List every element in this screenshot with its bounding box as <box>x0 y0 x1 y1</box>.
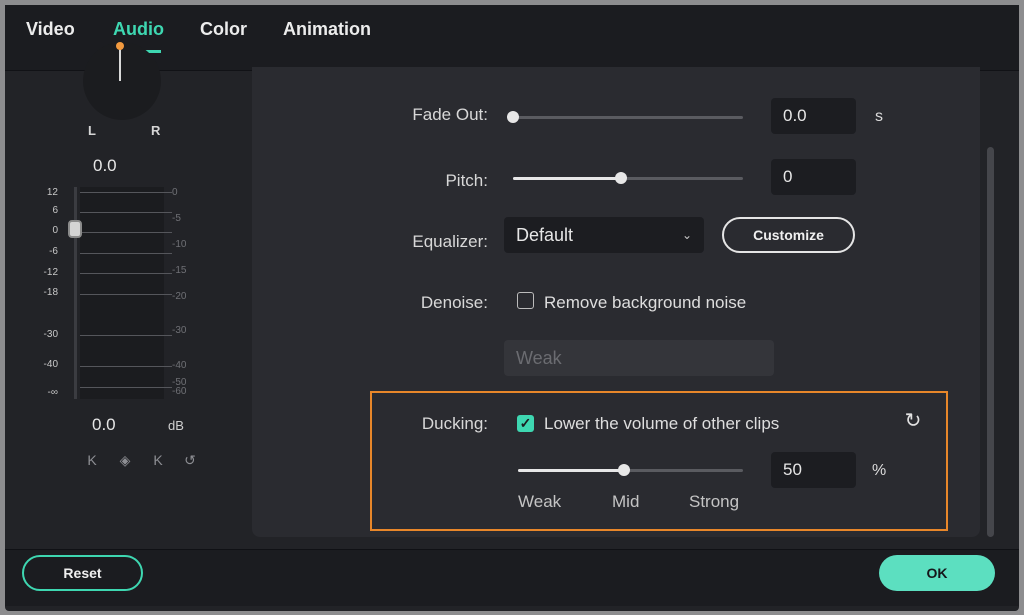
dialog-footer <box>5 549 1019 606</box>
reset-keyframe-icon[interactable]: ↺ <box>181 451 199 469</box>
denoise-level-select: Weak <box>504 340 774 376</box>
meter-grid-line <box>80 294 172 295</box>
fade-out-input[interactable]: 0.0 <box>771 98 856 134</box>
ducking-input[interactable]: 50 <box>771 452 856 488</box>
fade-out-slider-thumb[interactable] <box>507 111 519 123</box>
meter-tick-left: -18 <box>43 287 58 298</box>
scrollbar-thumb[interactable] <box>987 147 994 537</box>
ducking-slider[interactable] <box>518 464 743 476</box>
meter-grid-line <box>80 253 172 254</box>
pitch-label: Pitch: <box>445 171 488 190</box>
equalizer-select[interactable]: Default ⌄ <box>504 217 704 253</box>
fade-out-slider[interactable] <box>507 111 743 123</box>
remove-noise-checkbox[interactable] <box>517 292 534 309</box>
remove-noise-label[interactable]: Remove background noise <box>544 293 746 313</box>
meter-grid-line <box>80 273 172 274</box>
meter-grid-line <box>80 192 172 193</box>
pitch-slider[interactable] <box>513 172 743 184</box>
meter-tick-right: -20 <box>172 291 187 302</box>
volume-meter: 12 6 0 -6 -12 -18 -30 -40 -∞ 0 -5 -10 -1… <box>32 187 202 399</box>
meter-tick-right: 0 <box>172 187 178 198</box>
ducking-scale-mid: Mid <box>612 492 640 511</box>
meter-tick-right: -10 <box>172 239 187 250</box>
ducking-reset-icon[interactable]: ↻ <box>901 409 925 433</box>
reset-button[interactable]: Reset <box>22 555 143 591</box>
ducking-label: Ducking: <box>421 414 488 433</box>
customize-button[interactable]: Customize <box>722 217 855 253</box>
ducking-scale-weak: Weak <box>518 492 562 511</box>
meter-tick-right: -5 <box>172 213 181 224</box>
meter-tick-right: -30 <box>172 325 187 336</box>
ok-button[interactable]: OK <box>879 555 995 591</box>
pitch-slider-thumb[interactable] <box>615 172 628 184</box>
ducking-slider-thumb[interactable] <box>617 464 630 476</box>
meter-grid-line <box>80 366 172 367</box>
volume-fader-track[interactable] <box>74 187 77 399</box>
meter-grid-line <box>80 212 172 213</box>
lower-volume-label[interactable]: Lower the volume of other clips <box>544 414 779 434</box>
scrollbar[interactable] <box>984 67 996 537</box>
meter-background <box>80 187 164 399</box>
volume-unit: dB <box>168 418 184 433</box>
meter-tick-left: -6 <box>49 246 58 257</box>
pitch-slider-fill <box>513 177 622 180</box>
meter-tick-left: 12 <box>46 187 58 198</box>
pan-value: 0.0 <box>93 156 117 175</box>
ducking-highlight-box <box>370 391 948 531</box>
lower-volume-checkbox[interactable]: ✓ <box>517 415 534 432</box>
pan-knob[interactable] <box>83 42 161 120</box>
meter-tick-left: -30 <box>43 329 58 340</box>
volume-value: 0.0 <box>92 415 116 434</box>
tab-audio[interactable]: Audio <box>113 19 164 40</box>
fade-out-label: Fade Out: <box>412 105 488 124</box>
fade-out-unit: s <box>875 108 883 125</box>
meter-grid-line <box>80 387 172 388</box>
pitch-input[interactable]: 0 <box>771 159 856 195</box>
meter-tick-right: -60 <box>172 386 187 397</box>
ducking-unit: % <box>872 462 887 479</box>
equalizer-label: Equalizer: <box>412 232 488 251</box>
add-keyframe-icon[interactable]: ◈ <box>116 451 134 469</box>
meter-tick-left: -∞ <box>47 387 58 398</box>
prev-keyframe-icon[interactable]: K <box>83 451 101 469</box>
meter-tick-left: -40 <box>43 359 58 370</box>
meter-tick-right: -15 <box>172 265 187 276</box>
equalizer-selected-value: Default <box>516 225 574 245</box>
meter-tick-left: 6 <box>52 205 58 216</box>
ducking-scale-strong: Strong <box>689 492 740 511</box>
meter-grid-line <box>80 232 172 233</box>
volume-fader-thumb[interactable] <box>68 220 82 238</box>
tab-animation[interactable]: Animation <box>283 19 371 40</box>
pan-right-label: R <box>151 123 161 138</box>
next-keyframe-icon[interactable]: K <box>149 451 167 469</box>
pan-knob-indicator <box>116 42 124 50</box>
pan-knob-pointer <box>119 47 121 81</box>
meter-tick-right: -40 <box>172 360 187 371</box>
pan-left-label: L <box>88 123 96 138</box>
ducking-slider-fill <box>518 469 624 472</box>
chevron-down-icon: ⌄ <box>681 228 692 242</box>
denoise-label: Denoise: <box>420 293 488 312</box>
tab-video[interactable]: Video <box>26 19 75 40</box>
meter-grid-line <box>80 335 172 336</box>
tab-color[interactable]: Color <box>200 19 247 40</box>
meter-tick-left: -12 <box>43 267 58 278</box>
meter-tick-left: 0 <box>52 225 58 236</box>
